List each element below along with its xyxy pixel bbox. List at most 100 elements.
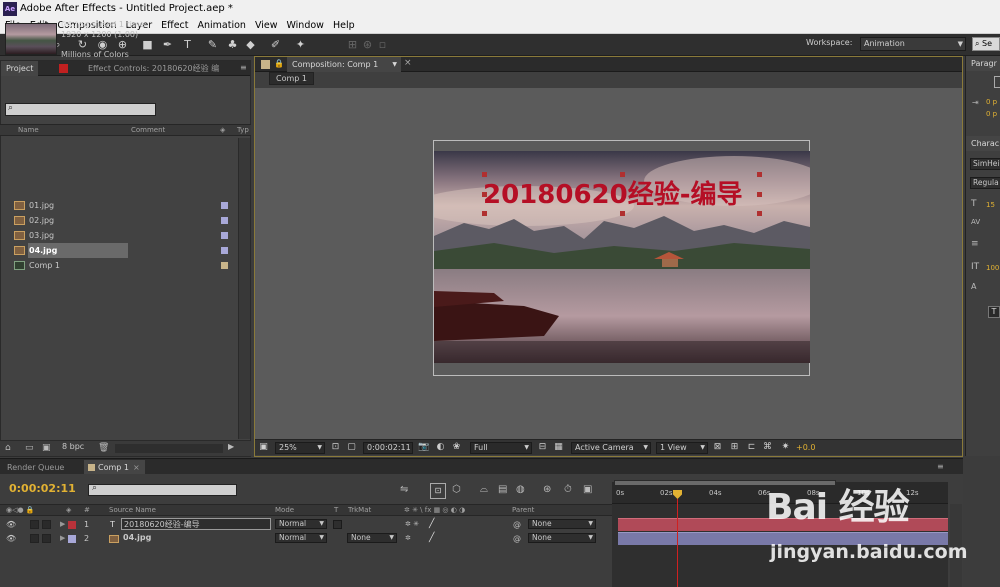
new-composition-icon[interactable]: ▣ bbox=[42, 443, 51, 453]
fast-previews-icon[interactable]: ⊟ bbox=[537, 442, 548, 453]
col-name[interactable]: Name bbox=[18, 125, 39, 136]
font-size-value[interactable]: 15 bbox=[986, 201, 995, 209]
col-source-name[interactable]: Source Name bbox=[109, 505, 156, 516]
comp-mini-flowchart-icon[interactable]: ⇋ bbox=[400, 484, 408, 495]
hide-shy-layers-icon[interactable]: ⌓ bbox=[480, 484, 488, 495]
auto-keyframe-icon[interactable]: ⏱ bbox=[564, 484, 572, 495]
col-type[interactable]: Typ bbox=[237, 125, 249, 136]
visibility-eye-icon[interactable]: 👁 bbox=[6, 532, 16, 545]
col-mode[interactable]: Mode bbox=[275, 505, 294, 516]
motion-blur-icon[interactable]: ◍ bbox=[516, 484, 525, 495]
space-value[interactable]: 0 p bbox=[986, 110, 997, 118]
tab-timeline-comp[interactable]: Comp 1 × bbox=[84, 460, 145, 475]
layer-label-swatch[interactable] bbox=[68, 521, 76, 529]
timeline-search-input[interactable] bbox=[88, 484, 237, 496]
help-search-input[interactable]: ⌕ Se bbox=[972, 37, 1000, 51]
tab-composition[interactable]: Composition: Comp 1 ▼ bbox=[287, 57, 401, 72]
tab-render-queue[interactable]: Render Queue bbox=[2, 460, 69, 475]
comp-flowchart-icon[interactable]: ⊏ bbox=[746, 442, 757, 453]
frame-blending-icon[interactable]: ▤ bbox=[498, 484, 507, 495]
safe-margins-icon[interactable]: ⊡ bbox=[330, 442, 341, 453]
transform-handle[interactable] bbox=[482, 192, 487, 197]
flowchart-icon[interactable]: ⌘ bbox=[762, 442, 773, 453]
clone-stamp-tool-icon[interactable]: ♣ bbox=[225, 37, 240, 52]
font-style-select[interactable]: Regula bbox=[970, 177, 1000, 189]
exposure-value[interactable]: +0.0 bbox=[796, 443, 815, 452]
project-item[interactable]: 01.jpg bbox=[0, 198, 236, 213]
transparency-grid-icon[interactable]: ▦ bbox=[553, 442, 564, 453]
view-layout-select[interactable]: 1 View ▼ bbox=[656, 442, 708, 454]
transform-handle[interactable] bbox=[757, 172, 762, 177]
project-scrollbar[interactable] bbox=[238, 138, 250, 439]
col-comment[interactable]: Comment bbox=[131, 125, 165, 136]
world-axis-icon[interactable]: ⊛ bbox=[360, 37, 375, 52]
selected-item-name[interactable]: 04.jpg ▾ bbox=[61, 20, 96, 29]
workspace-select[interactable]: Animation ▼ bbox=[860, 37, 966, 51]
tracking-value[interactable]: 100 bbox=[986, 264, 999, 272]
layer-switches[interactable]: ✲ bbox=[405, 532, 411, 545]
trash-icon[interactable]: 🗑 bbox=[98, 443, 109, 453]
pick-whip-icon[interactable]: @ bbox=[513, 518, 521, 531]
close-icon[interactable]: × bbox=[404, 58, 412, 68]
lock-icon[interactable]: 🔒 bbox=[274, 59, 284, 68]
exposure-reset-icon[interactable]: ✷ bbox=[780, 442, 791, 453]
track-matte-select[interactable]: None ▼ bbox=[347, 533, 397, 543]
type-tool-icon[interactable]: T bbox=[180, 37, 195, 52]
view-axis-icon[interactable]: ▫ bbox=[375, 37, 390, 52]
scroll-right-icon[interactable]: ▶ bbox=[228, 442, 234, 451]
project-item-selected[interactable]: 04.jpg bbox=[0, 243, 236, 258]
tab-paragraph[interactable]: Paragr bbox=[966, 56, 1000, 71]
layer-name[interactable]: 04.jpg bbox=[121, 532, 153, 544]
solo-toggle[interactable] bbox=[30, 520, 39, 529]
layer-switches[interactable]: ✲ ✳ bbox=[405, 518, 419, 531]
current-time-display[interactable]: 0:00:02:11 bbox=[363, 442, 413, 454]
blend-mode-select[interactable]: Normal ▼ bbox=[275, 533, 327, 543]
transform-handle[interactable] bbox=[482, 211, 487, 216]
project-item[interactable]: Comp 1 bbox=[0, 258, 236, 273]
rectangle-tool-icon[interactable]: ■ bbox=[140, 37, 155, 52]
project-hscroll[interactable] bbox=[115, 444, 223, 453]
pen-tool-icon[interactable]: ✒ bbox=[160, 37, 175, 52]
bit-depth[interactable]: 8 bpc bbox=[62, 442, 84, 451]
visibility-eye-icon[interactable]: 👁 bbox=[6, 518, 16, 531]
comp-navigator-tab[interactable]: Comp 1 bbox=[269, 72, 314, 85]
panel-menu-icon[interactable]: ≡ bbox=[937, 462, 944, 471]
graph-editor-icon[interactable]: ▣ bbox=[583, 484, 592, 495]
close-icon[interactable]: × bbox=[133, 463, 140, 472]
region-of-interest-icon[interactable]: ▢ bbox=[346, 442, 357, 453]
menu-view[interactable]: View bbox=[255, 20, 278, 31]
interpret-footage-icon[interactable]: ⌂ bbox=[5, 443, 11, 453]
quality-switch-icon[interactable]: ╱ bbox=[429, 518, 434, 531]
channel-icon[interactable]: ❀ bbox=[451, 442, 462, 453]
lock-toggle[interactable] bbox=[42, 520, 51, 529]
pick-whip-icon[interactable]: @ bbox=[513, 532, 521, 545]
transform-handle[interactable] bbox=[620, 211, 625, 216]
solo-toggle[interactable] bbox=[30, 534, 39, 543]
align-icon[interactable] bbox=[994, 76, 1000, 88]
preserve-transparency-toggle[interactable] bbox=[333, 520, 342, 529]
transform-handle[interactable] bbox=[757, 211, 762, 216]
transform-handle[interactable] bbox=[620, 172, 625, 177]
col-trkmat[interactable]: TrkMat bbox=[348, 505, 371, 516]
resolution-select[interactable]: Full ▼ bbox=[470, 442, 532, 454]
transform-handle[interactable] bbox=[482, 172, 487, 177]
show-snapshot-icon[interactable]: ◐ bbox=[435, 442, 446, 453]
menu-window[interactable]: Window bbox=[286, 20, 323, 31]
roto-brush-tool-icon[interactable]: ✐ bbox=[268, 37, 283, 52]
menu-help[interactable]: Help bbox=[333, 20, 355, 31]
expand-triangle-icon[interactable]: ▶ bbox=[60, 532, 65, 545]
layer-label-swatch[interactable] bbox=[68, 535, 76, 543]
parent-select[interactable]: None ▼ bbox=[528, 519, 596, 529]
magnification-select[interactable]: 25% ▼ bbox=[275, 442, 325, 454]
live-update-icon[interactable]: ⊡ bbox=[430, 483, 446, 499]
transform-handle[interactable] bbox=[757, 192, 762, 197]
toggle-pixel-aspect-icon[interactable]: ⊠ bbox=[712, 442, 723, 453]
timeline-icon[interactable]: ⊞ bbox=[729, 442, 740, 453]
brainstorm-icon[interactable]: ⊛ bbox=[543, 484, 551, 495]
parent-select[interactable]: None ▼ bbox=[528, 533, 596, 543]
axis-mode-icon[interactable]: ⊞ bbox=[345, 37, 360, 52]
lock-toggle[interactable] bbox=[42, 534, 51, 543]
menu-effect[interactable]: Effect bbox=[161, 20, 188, 31]
always-preview-icon[interactable]: ▣ bbox=[258, 442, 269, 453]
draft-3d-icon[interactable]: ⬡ bbox=[452, 484, 461, 495]
